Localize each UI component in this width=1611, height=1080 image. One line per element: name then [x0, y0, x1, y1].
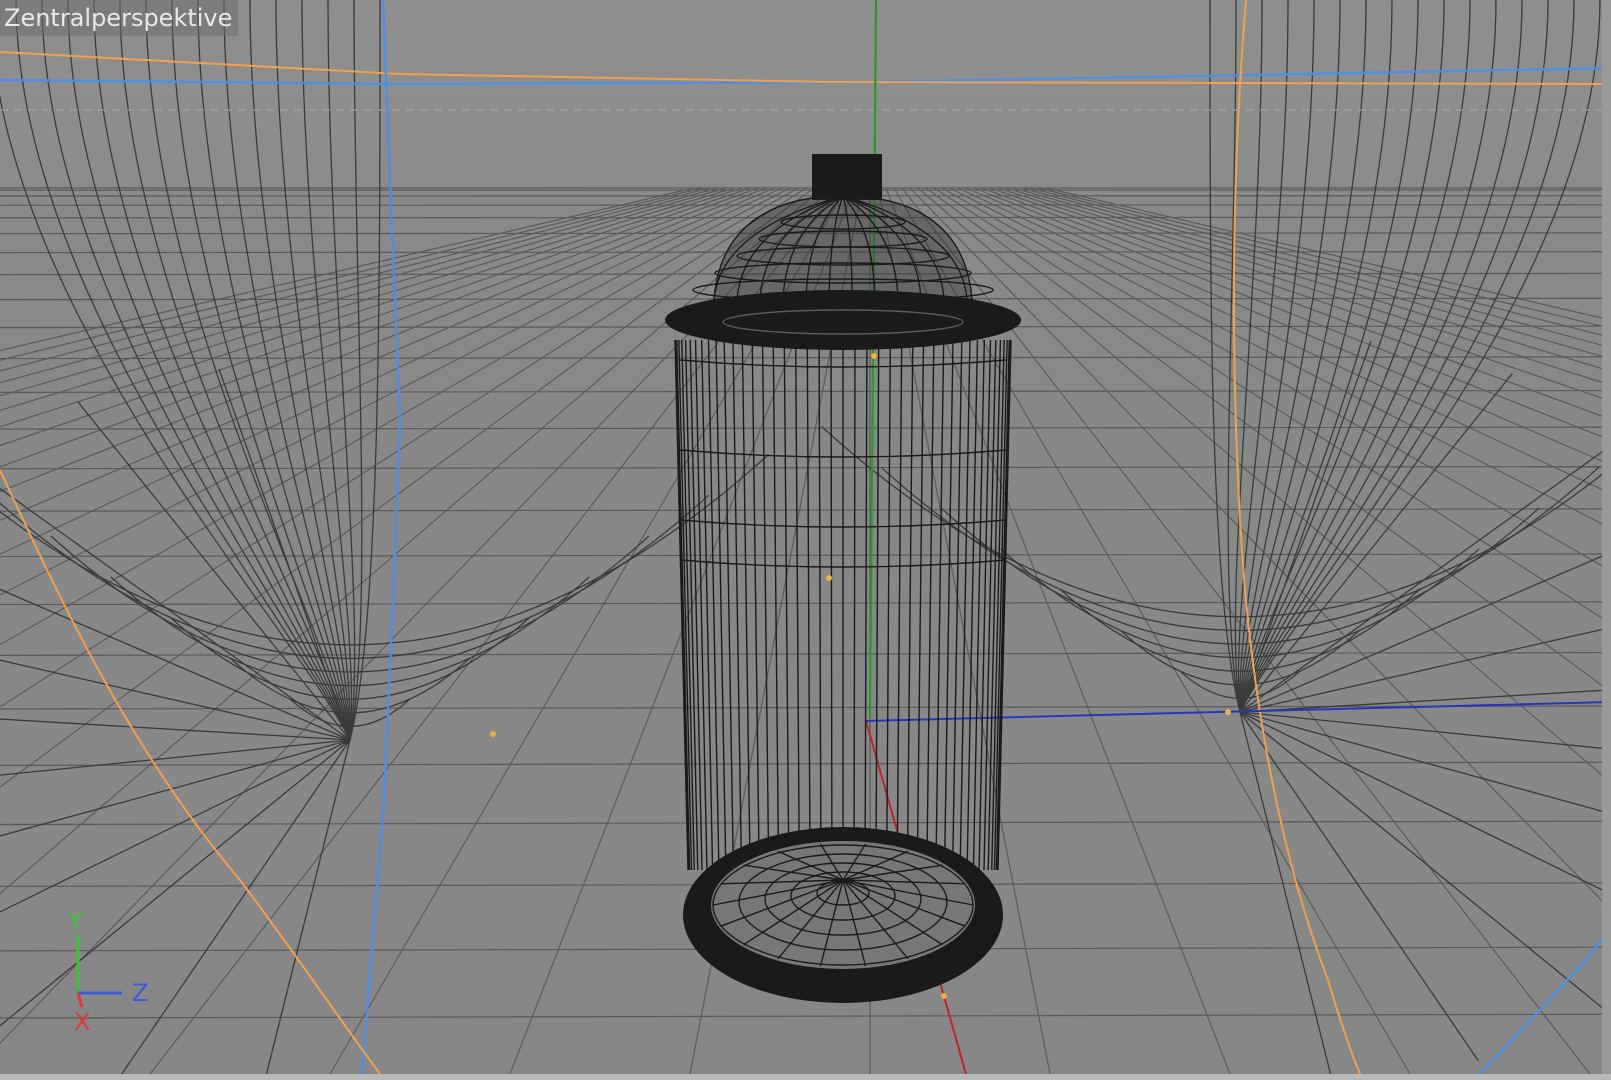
grid-line: [0, 426, 1611, 430]
mesh-spoke: [1239, 711, 1479, 1062]
can-body-line: [885, 339, 892, 871]
axis-gizmo-x-label: X: [74, 1008, 91, 1036]
grid-line: [1021, 187, 1611, 349]
can-body-line: [761, 339, 770, 871]
mesh-spoke: [264, 739, 351, 1080]
mesh-ring: [0, 453, 770, 646]
grid-line: [0, 601, 1611, 606]
grid-line: [0, 356, 1611, 360]
axis-gizmo-z-label: Z: [132, 979, 149, 1007]
point-handle[interactable]: [1225, 709, 1231, 715]
spray-can-wireframe[interactable]: [665, 154, 1021, 1003]
mesh-spoke: [1239, 551, 1611, 713]
can-body-line: [772, 339, 780, 871]
mesh-curve: [1239, 0, 1497, 713]
grid-line: [917, 187, 1611, 784]
mesh-spoke: [1239, 711, 1609, 1013]
mesh-spoke: [0, 739, 351, 837]
can-body-line: [678, 339, 693, 871]
can-body-line: [694, 339, 708, 871]
viewport-right-edge: [1602, 0, 1611, 1074]
mesh-spoke: [0, 739, 351, 913]
can-body-line: [926, 339, 935, 871]
mesh-spoke: [1239, 711, 1333, 1080]
blue-guide-right: [1479, 929, 1611, 1075]
axis-gizmo-y-label: Y: [68, 907, 83, 935]
can-body-line: [794, 339, 801, 871]
mesh-curve: [223, 0, 351, 741]
orange-guide-top: [0, 51, 1611, 85]
can-body-line: [997, 339, 1012, 871]
mesh-spoke: [0, 718, 351, 741]
can-body-line: [674, 339, 690, 871]
3d-viewport[interactable]: Zentralperspektive Y Z X: [0, 0, 1611, 1080]
mesh-curve: [119, 0, 351, 741]
can-body-line: [993, 339, 1008, 871]
mesh-spoke: [1239, 340, 1372, 713]
grid-line: [0, 553, 1611, 558]
can-body-line: [723, 339, 735, 871]
grid-line: [981, 187, 1611, 421]
grid-line: [989, 187, 1611, 402]
can-body-line: [783, 339, 790, 871]
mesh-curve: [301, 0, 353, 741]
can-body-line: [853, 339, 856, 871]
can-body-line: [830, 339, 833, 871]
can-body-line: [951, 339, 963, 871]
blue-guide-left: [360, 0, 402, 1075]
y-axis-line: [869, 0, 877, 719]
orange-guide-left: [0, 469, 381, 1075]
axis-gizmo: Y Z X: [60, 909, 170, 1036]
grid-line: [0, 761, 1611, 766]
mesh-spoke: [77, 401, 351, 741]
mesh-curve: [349, 0, 363, 741]
point-handle[interactable]: [941, 993, 947, 999]
can-body-line: [818, 339, 822, 871]
can-body-line: [935, 339, 945, 871]
mesh-curve: [1239, 0, 1341, 713]
point-handle[interactable]: [490, 731, 496, 737]
point-handle[interactable]: [871, 353, 877, 359]
can-body-line: [741, 339, 751, 871]
can-body-line: [732, 339, 743, 871]
can-body-line: [972, 339, 986, 871]
grid-line: [1037, 187, 1611, 330]
can-body-line: [978, 339, 992, 871]
can-body-line: [875, 339, 880, 871]
can-body-line: [916, 339, 925, 871]
can-body-line: [864, 339, 868, 871]
can-body-line: [906, 339, 914, 871]
can-nozzle: [812, 154, 882, 200]
grid-line: [933, 187, 1611, 625]
point-handle[interactable]: [826, 575, 832, 581]
grid-line: [0, 389, 1611, 394]
grid-line: [0, 820, 1611, 826]
viewport-bottom-edge: [0, 1074, 1611, 1080]
mesh-spoke: [1239, 711, 1611, 895]
mesh-spoke: [1239, 373, 1513, 713]
orange-guide-right: [1232, 0, 1361, 1075]
can-body-line: [943, 339, 954, 871]
can-body-line: [806, 339, 811, 871]
viewport-title[interactable]: Zentralperspektive: [0, 0, 239, 36]
grid-line: [1029, 187, 1611, 339]
can-body-line: [896, 339, 903, 871]
can-body-line: [751, 339, 760, 871]
mesh-curve: [1239, 0, 1471, 713]
grid-line: [0, 1013, 1611, 1019]
viewport-scene[interactable]: [0, 0, 1611, 1080]
